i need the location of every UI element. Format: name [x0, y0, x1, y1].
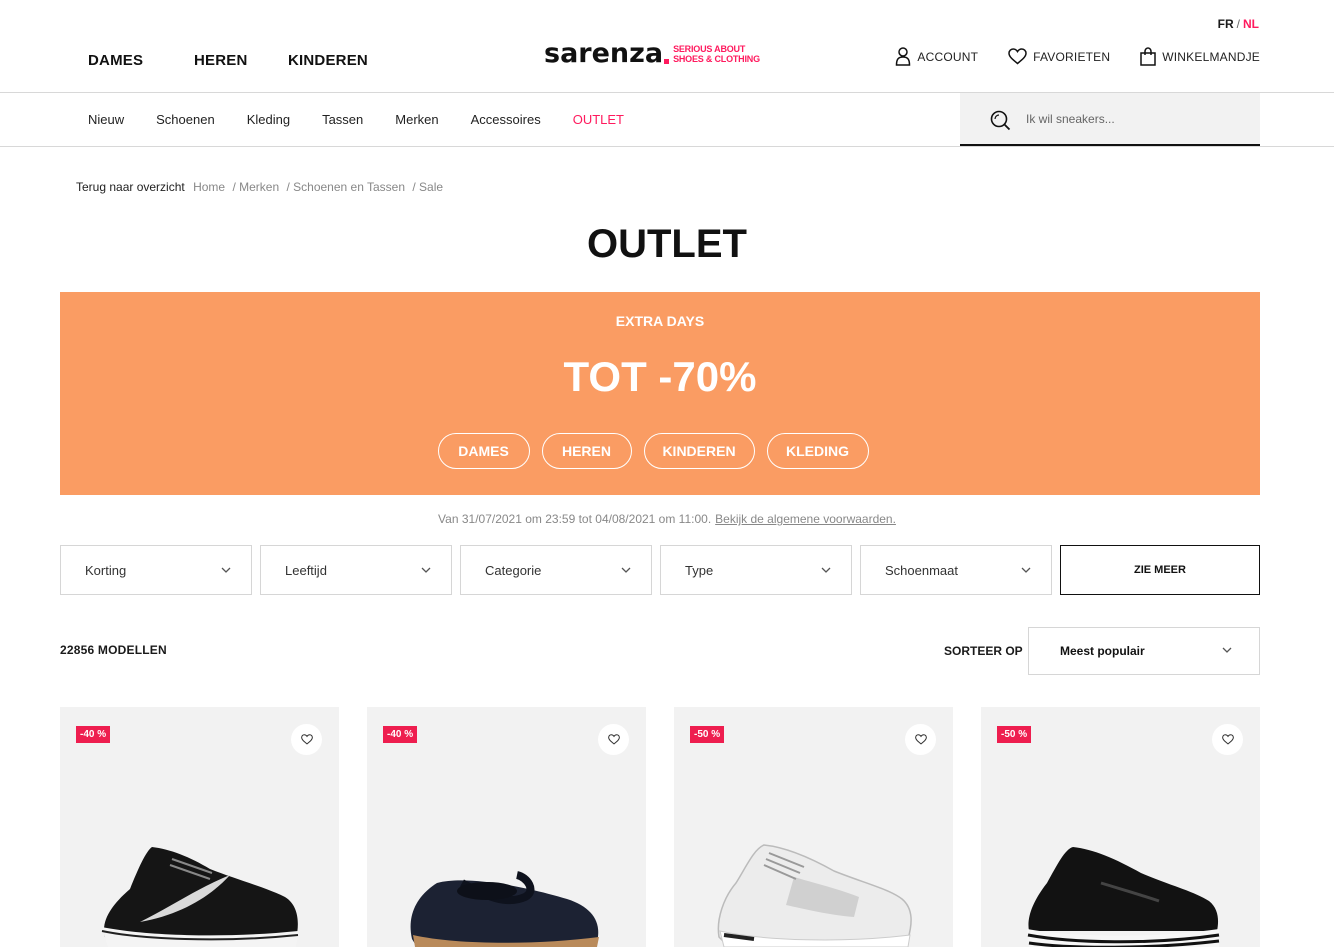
banner-headline: TOT -70%	[563, 353, 757, 400]
filter-schoenmaat[interactable]: Schoenmaat	[860, 545, 1052, 595]
logo-tagline-1: SERIOUS ABOUT	[673, 43, 746, 54]
filter-label: Leeftijd	[285, 562, 327, 578]
favorite-button[interactable]	[1212, 724, 1243, 755]
banner-button-dames[interactable]: DAMES	[437, 433, 530, 469]
subnav-outlet[interactable]: OUTLET	[573, 112, 624, 127]
page-title: OUTLET	[587, 222, 747, 266]
logo-wordmark: sarenza	[544, 38, 664, 69]
breadcrumb: Terug naar overzicht Home / Merken / Sch…	[76, 180, 447, 194]
product-image	[101, 847, 299, 947]
product-grid: -40 % -40 % -50 % -50 %	[60, 707, 1260, 947]
top-header: FR / NL DAMES HEREN KINDEREN sarenza SERIO…	[0, 0, 1334, 93]
product-card[interactable]: -50 %	[674, 707, 953, 947]
results-count: 22856 MODELLEN	[60, 643, 167, 657]
favorites-link[interactable]: FAVORIETEN	[1008, 48, 1110, 65]
filter-label: Categorie	[485, 562, 542, 578]
logo-tagline-2: SHOES & CLOTHING	[673, 53, 760, 64]
banner-buttons: DAMES HEREN KINDEREN KLEDING	[60, 433, 1260, 469]
terms-link[interactable]: Bekijk de algemene voorwaarden.	[715, 512, 896, 526]
breadcrumb-sale: / Sale	[412, 180, 444, 194]
product-image	[717, 844, 912, 947]
filter-label: Korting	[85, 562, 127, 578]
see-more-button[interactable]: ZIE MEER	[1060, 545, 1260, 595]
nav-kinderen[interactable]: KINDEREN	[288, 52, 368, 69]
account-label: ACCOUNT	[917, 49, 979, 64]
subnav-schoenen[interactable]: Schoenen	[156, 112, 215, 127]
heart-icon	[300, 734, 313, 745]
shopping-bag-icon	[1140, 47, 1156, 66]
subnav-nieuw[interactable]: Nieuw	[88, 112, 124, 127]
cart-label: WINKELMANDJE	[1162, 49, 1260, 64]
sort-select[interactable]: Meest populair	[1028, 627, 1260, 675]
lang-nl[interactable]: NL	[1243, 17, 1259, 31]
filter-leeftijd[interactable]: Leeftijd	[260, 545, 452, 595]
discount-badge: -40 %	[76, 726, 111, 743]
subnav-merken[interactable]: Merken	[395, 112, 438, 127]
banner-button-heren[interactable]: HEREN	[541, 433, 632, 469]
sort-label: SORTEER OP	[944, 644, 1023, 658]
back-to-overview-link[interactable]: Terug naar overzicht	[76, 180, 185, 194]
banner-eyebrow: EXTRA DAYS	[615, 313, 705, 329]
promo-banner: EXTRA DAYS TOT -70% DAMES HEREN KINDEREN…	[60, 292, 1260, 495]
filter-bar: Korting Leeftijd Categorie Type Schoenma…	[60, 545, 1260, 595]
banner-button-kinderen[interactable]: KINDEREN	[643, 433, 755, 469]
favorite-button[interactable]	[291, 724, 322, 755]
cart-link[interactable]: WINKELMANDJE	[1140, 47, 1260, 66]
chevron-down-icon	[621, 567, 631, 573]
chevron-down-icon	[1222, 647, 1232, 653]
search-icon[interactable]	[990, 110, 1011, 131]
product-card[interactable]: -40 %	[60, 707, 339, 947]
category-nav: Nieuw Schoenen Kleding Tassen Merken Acc…	[88, 112, 656, 127]
discount-badge: -50 %	[690, 726, 725, 743]
banner-button-kleding[interactable]: KLEDING	[766, 433, 869, 469]
account-link[interactable]: ACCOUNT	[895, 47, 978, 66]
favorites-label: FAVORIETEN	[1033, 49, 1111, 64]
heart-icon	[607, 734, 620, 745]
favorite-button[interactable]	[598, 724, 629, 755]
discount-badge: -40 %	[383, 726, 418, 743]
filter-label: Type	[685, 562, 714, 578]
heart-icon	[1008, 48, 1027, 65]
product-card[interactable]: -50 %	[981, 707, 1260, 947]
subnav-tassen[interactable]: Tassen	[322, 112, 363, 127]
filter-type[interactable]: Type	[660, 545, 852, 595]
sub-header: Nieuw Schoenen Kleding Tassen Merken Acc…	[0, 93, 1334, 147]
product-image	[1027, 847, 1220, 947]
chevron-down-icon	[821, 567, 831, 573]
heart-icon	[1221, 734, 1234, 745]
sort-value: Meest populair	[1060, 644, 1145, 658]
language-switcher: FR / NL	[1218, 17, 1259, 31]
promo-validity: Van 31/07/2021 om 23:59 tot 04/08/2021 o…	[0, 512, 1334, 526]
main-nav: DAMES HEREN KINDEREN	[88, 52, 368, 69]
subnav-kleding[interactable]: Kleding	[247, 112, 290, 127]
user-nav: ACCOUNT FAVORIETEN WINKELMANDJE	[865, 47, 1260, 66]
product-card[interactable]: -40 %	[367, 707, 646, 947]
heart-icon	[914, 734, 927, 745]
logo-tagline: SERIOUS ABOUT SHOES & CLOTHING	[673, 44, 760, 64]
logo-dot	[664, 58, 670, 64]
breadcrumb-home[interactable]: Home	[193, 180, 225, 194]
lang-separator: /	[1236, 17, 1240, 31]
filter-categorie[interactable]: Categorie	[460, 545, 652, 595]
chevron-down-icon	[221, 567, 231, 573]
subnav-accessoires[interactable]: Accessoires	[471, 112, 541, 127]
chevron-down-icon	[421, 567, 431, 573]
search-input[interactable]	[1026, 107, 1246, 131]
filter-label: Schoenmaat	[885, 562, 958, 578]
search-box	[960, 93, 1260, 146]
nav-dames[interactable]: DAMES	[88, 52, 194, 69]
chevron-down-icon	[1021, 567, 1031, 573]
discount-badge: -50 %	[997, 726, 1032, 743]
filter-korting[interactable]: Korting	[60, 545, 252, 595]
favorite-button[interactable]	[905, 724, 936, 755]
user-icon	[896, 47, 911, 66]
lang-fr[interactable]: FR	[1218, 17, 1234, 31]
nav-heren[interactable]: HEREN	[194, 52, 288, 69]
breadcrumb-schoenen-tassen[interactable]: / Schoenen en Tassen	[286, 180, 405, 194]
validity-text: Van 31/07/2021 om 23:59 tot 04/08/2021 o…	[438, 512, 712, 526]
product-image	[410, 871, 599, 947]
breadcrumb-merken[interactable]: / Merken	[232, 180, 279, 194]
sarenza-logo[interactable]: sarenza SERIOUS ABOUT SHOES & CLOTHING	[544, 40, 760, 67]
